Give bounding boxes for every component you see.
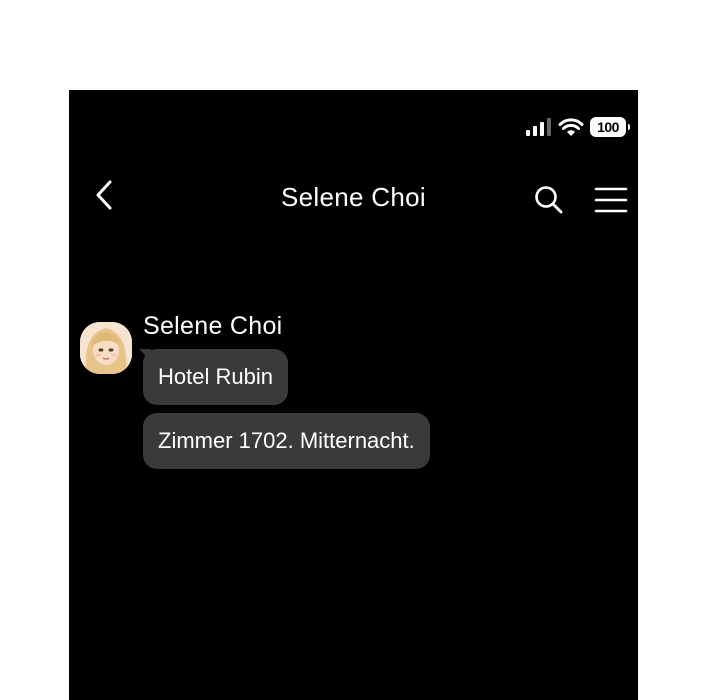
search-icon bbox=[535, 186, 563, 214]
message-bubble[interactable]: Zimmer 1702. Mitternacht. bbox=[143, 413, 430, 469]
hamburger-menu-icon bbox=[594, 187, 628, 213]
wifi-icon bbox=[558, 118, 584, 136]
battery-level: 100 bbox=[597, 119, 619, 135]
status-bar: 100 bbox=[526, 115, 630, 139]
avatar-portrait-icon bbox=[80, 322, 132, 374]
chat-screen: 100 Selene Choi Selene Choi Hotel Rubin … bbox=[69, 90, 638, 700]
message-bubble[interactable]: Hotel Rubin bbox=[143, 349, 288, 405]
search-button[interactable] bbox=[533, 184, 565, 216]
signal-bars-icon bbox=[526, 118, 551, 136]
sender-name: Selene Choi bbox=[143, 312, 283, 340]
navigation-bar: Selene Choi bbox=[69, 170, 638, 220]
avatar[interactable] bbox=[80, 322, 132, 374]
battery-icon: 100 bbox=[590, 117, 630, 137]
menu-button[interactable] bbox=[593, 184, 629, 216]
